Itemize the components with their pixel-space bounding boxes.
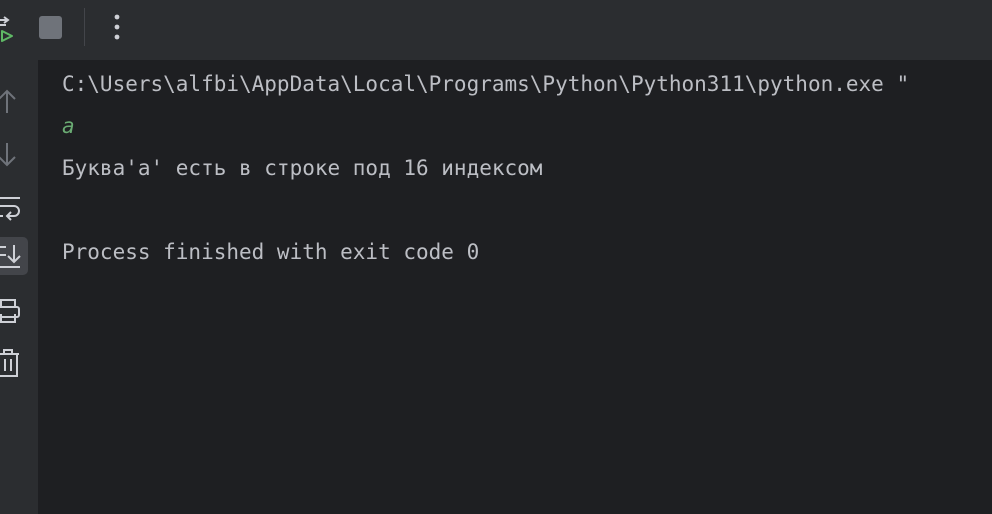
user-input-line: a — [62, 114, 75, 138]
toolbar-separator — [84, 8, 85, 46]
soft-wrap-button[interactable] — [0, 190, 28, 228]
more-options-button[interactable] — [99, 8, 135, 46]
stop-icon — [39, 16, 62, 39]
console-sidebar — [0, 60, 39, 514]
rerun-icon — [0, 16, 13, 42]
clear-all-button[interactable] — [0, 344, 28, 382]
stop-button[interactable] — [34, 8, 70, 46]
print-icon — [0, 299, 20, 323]
console-toolbar — [0, 0, 992, 60]
print-button[interactable] — [0, 292, 28, 330]
arrow-down-icon — [0, 143, 16, 167]
arrow-up-icon — [0, 89, 16, 113]
soft-wrap-icon — [0, 197, 20, 221]
command-line: C:\Users\alfbi\AppData\Local\Programs\Py… — [62, 72, 910, 96]
console-output[interactable]: C:\Users\alfbi\AppData\Local\Programs\Py… — [39, 60, 992, 514]
more-vertical-icon — [114, 14, 120, 40]
trash-icon — [0, 349, 19, 377]
scroll-to-end-button[interactable] — [0, 237, 28, 275]
rerun-button[interactable] — [0, 8, 36, 46]
scroll-to-end-icon — [0, 245, 21, 268]
down-button[interactable] — [0, 135, 28, 173]
program-output-line: Буква'а' есть в строке под 16 индексом — [62, 156, 543, 180]
up-button[interactable] — [0, 83, 28, 121]
exit-status-line: Process finished with exit code 0 — [62, 240, 480, 264]
